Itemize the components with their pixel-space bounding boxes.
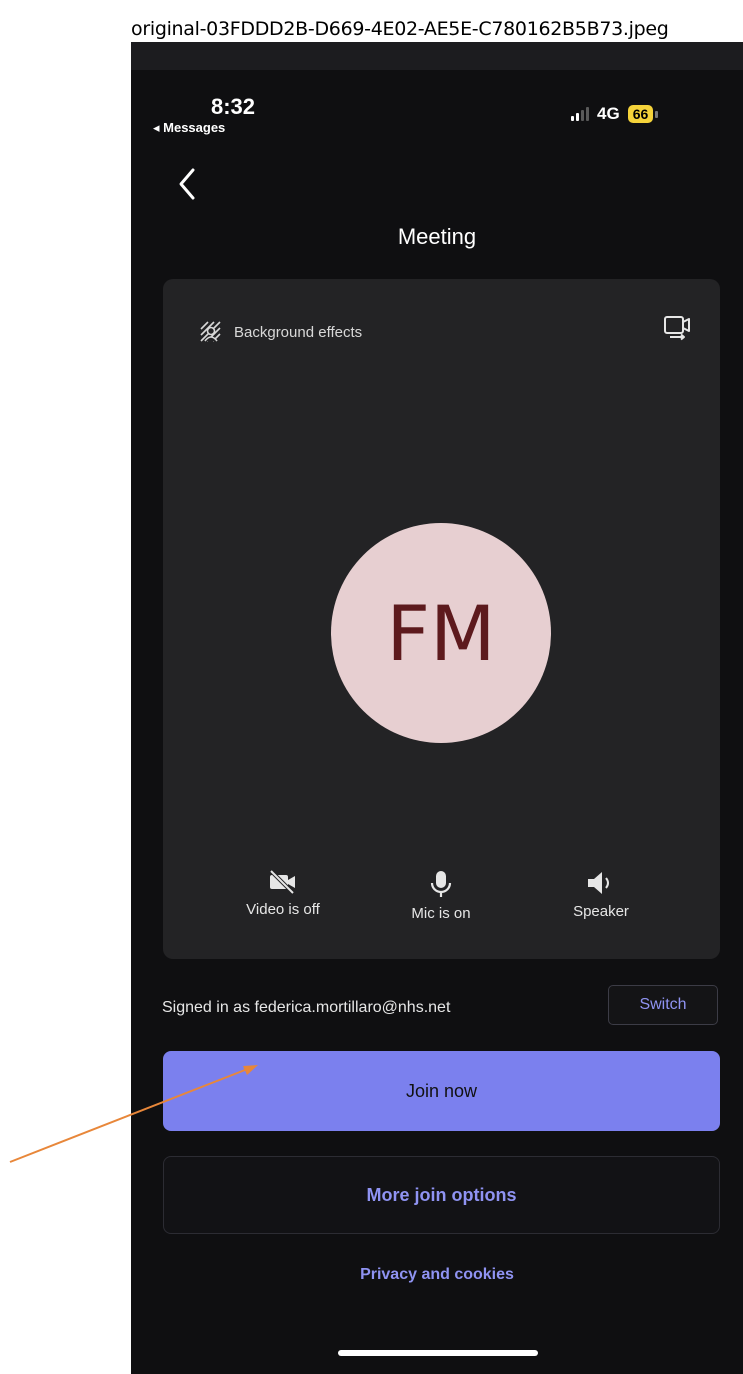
- battery-tip: [655, 110, 659, 118]
- background-effects-icon: [200, 321, 221, 342]
- top-band: [131, 42, 743, 70]
- signed-in-text: Signed in as federica.mortillaro@nhs.net: [162, 999, 451, 1016]
- home-indicator[interactable]: [338, 1350, 538, 1356]
- mic-status-label: Mic is on: [411, 905, 471, 922]
- battery-level: 66: [632, 106, 649, 122]
- file-name-label: original-03FDDD2B-D669-4E02-AE5E-C780162…: [131, 18, 669, 40]
- speaker-icon: [588, 872, 609, 894]
- background-effects-button[interactable]: Background effects: [198, 319, 362, 345]
- page-title: Meeting: [397, 224, 477, 249]
- speaker-label: Speaker: [573, 903, 629, 920]
- status-indicators: 4G 66: [571, 104, 659, 124]
- switch-account-button[interactable]: Switch: [608, 985, 718, 1025]
- speaker-button[interactable]: Speaker: [531, 869, 671, 920]
- network-label: 4G: [597, 104, 620, 123]
- video-off-icon: [269, 869, 295, 895]
- mic-icon: [430, 871, 452, 897]
- background-effects-label: Background effects: [234, 323, 363, 341]
- privacy-and-cookies-link[interactable]: Privacy and cookies: [131, 1266, 743, 1284]
- back-arrow-icon[interactable]: [175, 164, 199, 204]
- avatar: FM: [331, 523, 551, 743]
- status-back-to-messages[interactable]: ◂ Messages: [153, 120, 225, 136]
- signal-icon: [571, 107, 589, 121]
- mic-toggle-button[interactable]: Mic is on: [371, 869, 511, 922]
- avatar-initials: FM: [386, 588, 496, 678]
- video-status-label: Video is off: [246, 901, 320, 918]
- switch-camera-icon[interactable]: [662, 313, 692, 343]
- status-time: 8:32: [211, 94, 256, 119]
- video-toggle-button[interactable]: Video is off: [213, 869, 353, 918]
- battery-icon: 66: [627, 105, 654, 123]
- annotation-arrow-icon: [9, 1065, 258, 1163]
- video-preview-card: Background effects FM Video is off Mic i…: [163, 279, 720, 959]
- phone-screen: 8:32 ◂ Messages 4G 66 Meeting Background…: [131, 42, 743, 1374]
